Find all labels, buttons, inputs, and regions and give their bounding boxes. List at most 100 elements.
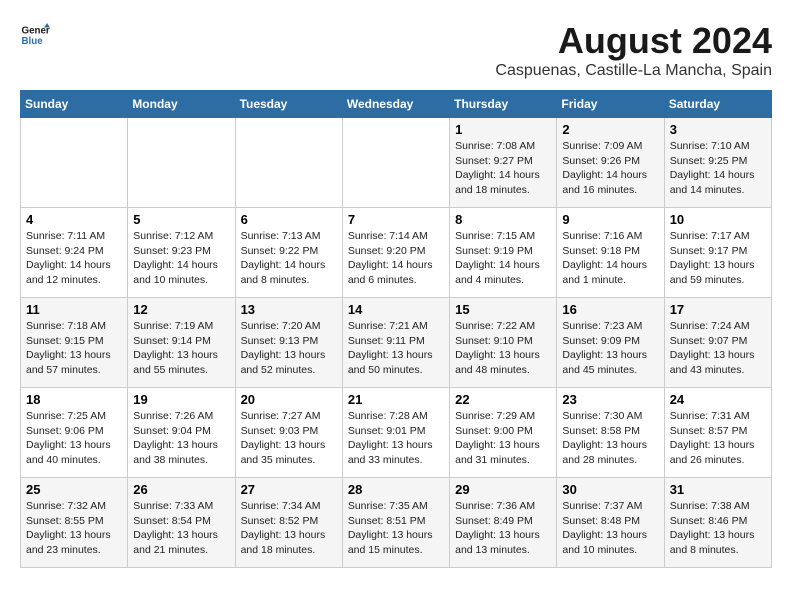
calendar-cell — [128, 118, 235, 208]
day-number: 14 — [348, 302, 444, 317]
calendar-cell — [21, 118, 128, 208]
day-info: Sunrise: 7:27 AM Sunset: 9:03 PM Dayligh… — [241, 409, 337, 468]
calendar-cell: 2Sunrise: 7:09 AM Sunset: 9:26 PM Daylig… — [557, 118, 664, 208]
day-info: Sunrise: 7:29 AM Sunset: 9:00 PM Dayligh… — [455, 409, 551, 468]
week-row-3: 11 Sunrise: 7:18 AM Sunset: 9:15 PM Dayli… — [21, 298, 772, 388]
svg-text:Blue: Blue — [22, 36, 44, 47]
day-info: Sunrise: 7:35 AM Sunset: 8:51 PM Dayligh… — [348, 499, 444, 558]
day-number: 30 — [562, 482, 658, 497]
day-number: 5 — [133, 212, 229, 227]
calendar-cell: 10 Sunrise: 7:17 AM Sunset: 9:17 PM Dayli… — [664, 208, 771, 298]
calendar-cell: 22Sunrise: 7:29 AM Sunset: 9:00 PM Dayli… — [450, 388, 557, 478]
header-cell-monday: Monday — [128, 91, 235, 118]
calendar-cell: 7 Sunrise: 7:14 AM Sunset: 9:20 PM Daylig… — [342, 208, 449, 298]
day-number: 20 — [241, 392, 337, 407]
day-number: 24 — [670, 392, 766, 407]
header-cell-sunday: Sunday — [21, 91, 128, 118]
day-number: 3 — [670, 122, 766, 137]
day-info: Sunrise: 7:25 AM Sunset: 9:06 PM Dayligh… — [26, 409, 122, 468]
header-cell-saturday: Saturday — [664, 91, 771, 118]
calendar-cell: 24 Sunrise: 7:31 AM Sunset: 8:57 PM Dayli… — [664, 388, 771, 478]
day-number: 18 — [26, 392, 122, 407]
day-number: 1 — [455, 122, 551, 137]
calendar-cell: 15 Sunrise: 7:22 AM Sunset: 9:10 PM Dayli… — [450, 298, 557, 388]
day-info: Sunrise: 7:16 AM Sunset: 9:18 PM Dayligh… — [562, 229, 658, 288]
calendar-cell: 12 Sunrise: 7:19 AM Sunset: 9:14 PM Dayli… — [128, 298, 235, 388]
day-number: 27 — [241, 482, 337, 497]
week-row-1: 1Sunrise: 7:08 AM Sunset: 9:27 PM Daylig… — [21, 118, 772, 208]
day-info: Sunrise: 7:15 AM Sunset: 9:19 PM Dayligh… — [455, 229, 551, 288]
day-info: Sunrise: 7:36 AM Sunset: 8:49 PM Dayligh… — [455, 499, 551, 558]
header-row: SundayMondayTuesdayWednesdayThursdayFrid… — [21, 91, 772, 118]
calendar-cell: 19 Sunrise: 7:26 AM Sunset: 9:04 PM Dayli… — [128, 388, 235, 478]
day-info: Sunrise: 7:34 AM Sunset: 8:52 PM Dayligh… — [241, 499, 337, 558]
calendar-cell: 27 Sunrise: 7:34 AM Sunset: 8:52 PM Dayli… — [235, 478, 342, 568]
calendar-cell: 23Sunrise: 7:30 AM Sunset: 8:58 PM Dayli… — [557, 388, 664, 478]
day-info: Sunrise: 7:28 AM Sunset: 9:01 PM Dayligh… — [348, 409, 444, 468]
week-row-5: 25Sunrise: 7:32 AM Sunset: 8:55 PM Dayli… — [21, 478, 772, 568]
header-cell-thursday: Thursday — [450, 91, 557, 118]
calendar-cell: 6Sunrise: 7:13 AM Sunset: 9:22 PM Daylig… — [235, 208, 342, 298]
day-info: Sunrise: 7:09 AM Sunset: 9:26 PM Dayligh… — [562, 139, 658, 198]
logo: General Blue — [20, 20, 50, 50]
week-row-2: 4Sunrise: 7:11 AM Sunset: 9:24 PM Daylig… — [21, 208, 772, 298]
calendar-cell: 30 Sunrise: 7:37 AM Sunset: 8:48 PM Dayli… — [557, 478, 664, 568]
day-number: 25 — [26, 482, 122, 497]
calendar-cell: 4Sunrise: 7:11 AM Sunset: 9:24 PM Daylig… — [21, 208, 128, 298]
calendar-cell: 1Sunrise: 7:08 AM Sunset: 9:27 PM Daylig… — [450, 118, 557, 208]
calendar-cell: 9Sunrise: 7:16 AM Sunset: 9:18 PM Daylig… — [557, 208, 664, 298]
day-info: Sunrise: 7:14 AM Sunset: 9:20 PM Dayligh… — [348, 229, 444, 288]
header-cell-tuesday: Tuesday — [235, 91, 342, 118]
day-number: 7 — [348, 212, 444, 227]
calendar-cell: 3 Sunrise: 7:10 AM Sunset: 9:25 PM Daylig… — [664, 118, 771, 208]
calendar-cell: 5 Sunrise: 7:12 AM Sunset: 9:23 PM Daylig… — [128, 208, 235, 298]
calendar-cell: 25Sunrise: 7:32 AM Sunset: 8:55 PM Dayli… — [21, 478, 128, 568]
calendar-cell: 26Sunrise: 7:33 AM Sunset: 8:54 PM Dayli… — [128, 478, 235, 568]
day-info: Sunrise: 7:20 AM Sunset: 9:13 PM Dayligh… — [241, 319, 337, 378]
day-number: 8 — [455, 212, 551, 227]
header-cell-wednesday: Wednesday — [342, 91, 449, 118]
calendar-cell: 21 Sunrise: 7:28 AM Sunset: 9:01 PM Dayli… — [342, 388, 449, 478]
calendar-cell — [342, 118, 449, 208]
calendar-body: 1Sunrise: 7:08 AM Sunset: 9:27 PM Daylig… — [21, 118, 772, 568]
day-number: 11 — [26, 302, 122, 317]
day-info: Sunrise: 7:19 AM Sunset: 9:14 PM Dayligh… — [133, 319, 229, 378]
calendar-cell: 31 Sunrise: 7:38 AM Sunset: 8:46 PM Dayli… — [664, 478, 771, 568]
day-info: Sunrise: 7:26 AM Sunset: 9:04 PM Dayligh… — [133, 409, 229, 468]
calendar-cell: 20 Sunrise: 7:27 AM Sunset: 9:03 PM Dayli… — [235, 388, 342, 478]
day-number: 12 — [133, 302, 229, 317]
day-info: Sunrise: 7:10 AM Sunset: 9:25 PM Dayligh… — [670, 139, 766, 198]
calendar-cell: 17 Sunrise: 7:24 AM Sunset: 9:07 PM Dayli… — [664, 298, 771, 388]
location: Caspuenas, Castille-La Mancha, Spain — [495, 62, 772, 80]
day-info: Sunrise: 7:22 AM Sunset: 9:10 PM Dayligh… — [455, 319, 551, 378]
calendar-cell: 28Sunrise: 7:35 AM Sunset: 8:51 PM Dayli… — [342, 478, 449, 568]
logo-icon: General Blue — [20, 20, 50, 50]
calendar-header: SundayMondayTuesdayWednesdayThursdayFrid… — [21, 91, 772, 118]
day-number: 31 — [670, 482, 766, 497]
day-info: Sunrise: 7:38 AM Sunset: 8:46 PM Dayligh… — [670, 499, 766, 558]
day-number: 19 — [133, 392, 229, 407]
calendar-cell: 11 Sunrise: 7:18 AM Sunset: 9:15 PM Dayli… — [21, 298, 128, 388]
month-year: August 2024 — [495, 20, 772, 62]
day-info: Sunrise: 7:12 AM Sunset: 9:23 PM Dayligh… — [133, 229, 229, 288]
day-number: 10 — [670, 212, 766, 227]
calendar-cell: 29 Sunrise: 7:36 AM Sunset: 8:49 PM Dayli… — [450, 478, 557, 568]
day-number: 15 — [455, 302, 551, 317]
day-info: Sunrise: 7:13 AM Sunset: 9:22 PM Dayligh… — [241, 229, 337, 288]
header: General Blue August 2024 Caspuenas, Cast… — [20, 20, 772, 80]
day-info: Sunrise: 7:24 AM Sunset: 9:07 PM Dayligh… — [670, 319, 766, 378]
day-info: Sunrise: 7:23 AM Sunset: 9:09 PM Dayligh… — [562, 319, 658, 378]
calendar-cell: 18 Sunrise: 7:25 AM Sunset: 9:06 PM Dayli… — [21, 388, 128, 478]
day-number: 17 — [670, 302, 766, 317]
day-info: Sunrise: 7:30 AM Sunset: 8:58 PM Dayligh… — [562, 409, 658, 468]
day-number: 29 — [455, 482, 551, 497]
day-info: Sunrise: 7:17 AM Sunset: 9:17 PM Dayligh… — [670, 229, 766, 288]
calendar-cell — [235, 118, 342, 208]
day-info: Sunrise: 7:18 AM Sunset: 9:15 PM Dayligh… — [26, 319, 122, 378]
calendar-cell: 8 Sunrise: 7:15 AM Sunset: 9:19 PM Daylig… — [450, 208, 557, 298]
day-info: Sunrise: 7:37 AM Sunset: 8:48 PM Dayligh… — [562, 499, 658, 558]
day-number: 13 — [241, 302, 337, 317]
day-info: Sunrise: 7:31 AM Sunset: 8:57 PM Dayligh… — [670, 409, 766, 468]
day-number: 21 — [348, 392, 444, 407]
day-info: Sunrise: 7:33 AM Sunset: 8:54 PM Dayligh… — [133, 499, 229, 558]
